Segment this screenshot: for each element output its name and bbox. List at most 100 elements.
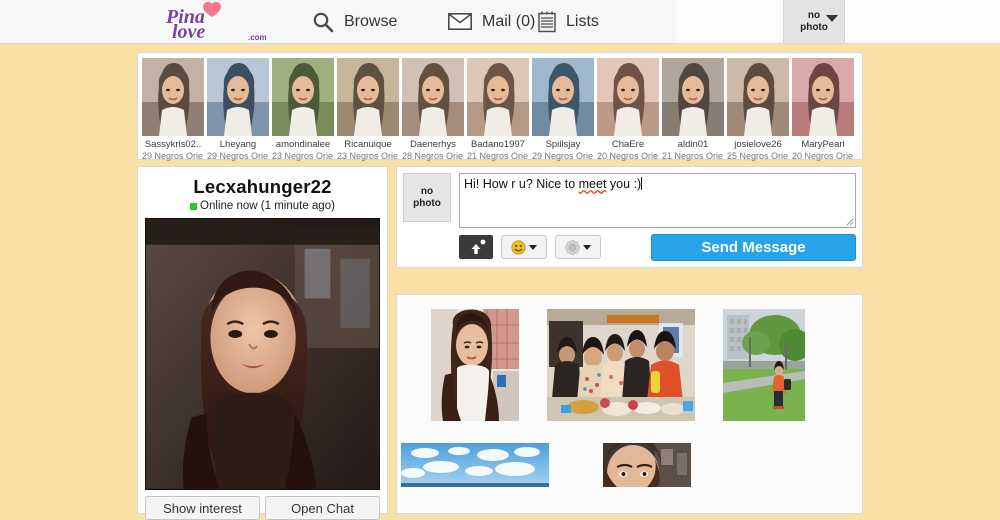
photo-gallery-panel (396, 294, 863, 514)
thumbnail-photo[interactable] (597, 58, 659, 136)
thumbnail-username: Lheyang (219, 139, 257, 150)
compose-top-row: no photo Hi! How r u? Nice to meet you :… (403, 173, 856, 228)
show-interest-button[interactable]: Show interest (145, 496, 260, 520)
thumbnail-item[interactable]: Ricanuique 23 Negros Orie.. (337, 58, 399, 161)
thumbnail-age-location: 23 Negros Orie.. (337, 151, 399, 161)
message-text-part1: Hi! How r u? Nice to (464, 177, 579, 191)
page-title: Lecxahunger22 (193, 176, 332, 197)
message-text-misspelled: meet (578, 177, 607, 191)
thumbnail-item[interactable]: Spillsjay 29 Negros Orie.. (532, 58, 594, 161)
upload-photo-button[interactable] (459, 235, 493, 259)
send-message-button[interactable]: Send Message (651, 234, 856, 261)
thumbnail-age-location: 21 Negros Orie.. (467, 151, 529, 161)
thumbnail-username: Badano1997 (471, 139, 525, 150)
site-logo[interactable]: Pina love .com (160, 0, 280, 43)
woman-in-white-top-selfie-image (431, 309, 519, 421)
gallery-photo-5[interactable] (603, 443, 691, 487)
svg-text:.com: .com (248, 33, 267, 42)
message-compose-panel: no photo Hi! How r u? Nice to meet you :… (396, 166, 863, 268)
svg-text:love: love (172, 21, 205, 43)
thumbnail-username: ChaEre (611, 139, 645, 150)
nav-item-lists[interactable]: Lists (538, 0, 599, 43)
close-up-portrait-image (603, 443, 691, 487)
thumbnail-photo[interactable] (532, 58, 594, 136)
thumbnail-photo[interactable] (467, 58, 529, 136)
thumbnail-age-location: 29 Negros Orie.. (532, 151, 594, 161)
thumbnail-photo[interactable] (337, 58, 399, 136)
thumbnail-photo[interactable] (142, 58, 204, 136)
thumbnail-item[interactable]: Sassykris02.. 29 Negros Orie.. (142, 58, 204, 161)
thumbnail-username: aldin01 (677, 139, 709, 150)
nav-item-browse[interactable]: Browse (312, 0, 397, 43)
thumbnail-photo[interactable] (272, 58, 334, 136)
thumbnail-username: MaryPearl (801, 139, 845, 150)
thumbnail-age-location: 29 Negros Orie.. (142, 151, 204, 161)
thumbnail-age-location: 29 Negros Orie.. (207, 151, 269, 161)
sticker-icon (565, 239, 580, 255)
thumbnail-age-location: 23 Negros Orie.. (272, 151, 334, 161)
thumbnail-item[interactable]: aldin01 21 Negros Orie.. (662, 58, 724, 161)
pinalove-logo-icon: Pina love .com (164, 1, 267, 43)
thumbnail-photo[interactable] (207, 58, 269, 136)
blue-sky-clouds-image (401, 443, 549, 487)
gallery-row-2 (401, 443, 846, 487)
browse-thumbnail-strip: Sassykris02.. 29 Negros Orie.. Lheyang 29 N… (137, 52, 863, 161)
envelope-icon (448, 13, 472, 30)
thumbnail-age-location: 20 Negros Orie.. (792, 151, 854, 161)
resize-grip-icon[interactable] (845, 217, 854, 226)
thumbnail-item[interactable]: Daenerhys 28 Negros Orie.. (402, 58, 464, 161)
nav-label-lists: Lists (566, 12, 599, 30)
gallery-photo-1[interactable] (431, 309, 519, 421)
status-badge: Online now (1 minute ago) (145, 200, 380, 212)
top-navigation-bar: Pina love .com Browse Mail (0) Lists no … (0, 0, 1000, 44)
thumbnail-row: Sassykris02.. 29 Negros Orie.. Lheyang 29 N… (142, 58, 858, 161)
thumbnail-username: josielove26 (734, 139, 782, 150)
message-input[interactable]: Hi! How r u? Nice to meet you :) (459, 173, 856, 228)
search-icon (312, 11, 334, 33)
thumbnail-username: Sassykris02.. (144, 139, 202, 150)
smiley-icon (511, 239, 526, 255)
message-text-part2: you :) (606, 177, 642, 191)
thumbnail-photo[interactable] (792, 58, 854, 136)
compose-sender-avatar: no photo (403, 173, 451, 222)
chevron-down-icon[interactable] (826, 15, 838, 22)
thumbnail-item[interactable]: MaryPearl 20 Negros Orie.. (792, 58, 854, 161)
nav-label-mail: Mail (0) (482, 12, 536, 30)
thumbnail-age-location: 25 Negros Orie.. (727, 151, 789, 161)
nav-label-browse: Browse (344, 12, 398, 30)
thumbnail-username: Ricanuique (344, 139, 392, 150)
profile-panel: Lecxahunger22 Online now (1 minute ago) (137, 166, 388, 520)
gallery-photo-4[interactable] (401, 443, 549, 487)
profile-photo-image (146, 219, 379, 489)
thumbnail-item[interactable]: Badano1997 21 Negros Orie.. (467, 58, 529, 161)
thumbnail-username: Spillsjay (545, 139, 581, 150)
thumbnail-username: amondinalee (275, 139, 331, 150)
profile-main-photo[interactable] (145, 218, 380, 490)
open-chat-button[interactable]: Open Chat (265, 496, 380, 520)
avatar-no-photo-label: no photo (800, 9, 828, 33)
thumbnail-item[interactable]: ChaEre 20 Negros Orie.. (597, 58, 659, 161)
thumbnail-item[interactable]: amondinalee 23 Negros Orie.. (272, 58, 334, 161)
emoji-picker-button[interactable] (501, 235, 547, 259)
gallery-photo-2[interactable] (547, 309, 695, 421)
status-text: Online now (1 minute ago) (200, 200, 335, 212)
profile-action-buttons: Show interest Open Chat (145, 496, 380, 520)
online-indicator-icon (190, 202, 198, 210)
sticker-picker-button[interactable] (555, 235, 601, 259)
thumbnail-age-location: 28 Negros Orie.. (402, 151, 464, 161)
thumbnail-age-location: 21 Negros Orie.. (662, 151, 724, 161)
chevron-down-icon (529, 244, 537, 250)
gallery-photo-3[interactable] (723, 309, 805, 421)
thumbnail-age-location: 20 Negros Orie.. (597, 151, 659, 161)
thumbnail-photo[interactable] (662, 58, 724, 136)
woman-in-park-image (723, 309, 805, 421)
thumbnail-item[interactable]: Lheyang 29 Negros Orie.. (207, 58, 269, 161)
list-icon (538, 11, 556, 33)
group-cooking-table-image (547, 309, 695, 421)
camera-upload-icon (466, 239, 486, 255)
thumbnail-item[interactable]: josielove26 25 Negros Orie.. (727, 58, 789, 161)
text-cursor (641, 177, 643, 190)
thumbnail-photo[interactable] (727, 58, 789, 136)
nav-item-mail[interactable]: Mail (0) (448, 0, 535, 43)
thumbnail-photo[interactable] (402, 58, 464, 136)
